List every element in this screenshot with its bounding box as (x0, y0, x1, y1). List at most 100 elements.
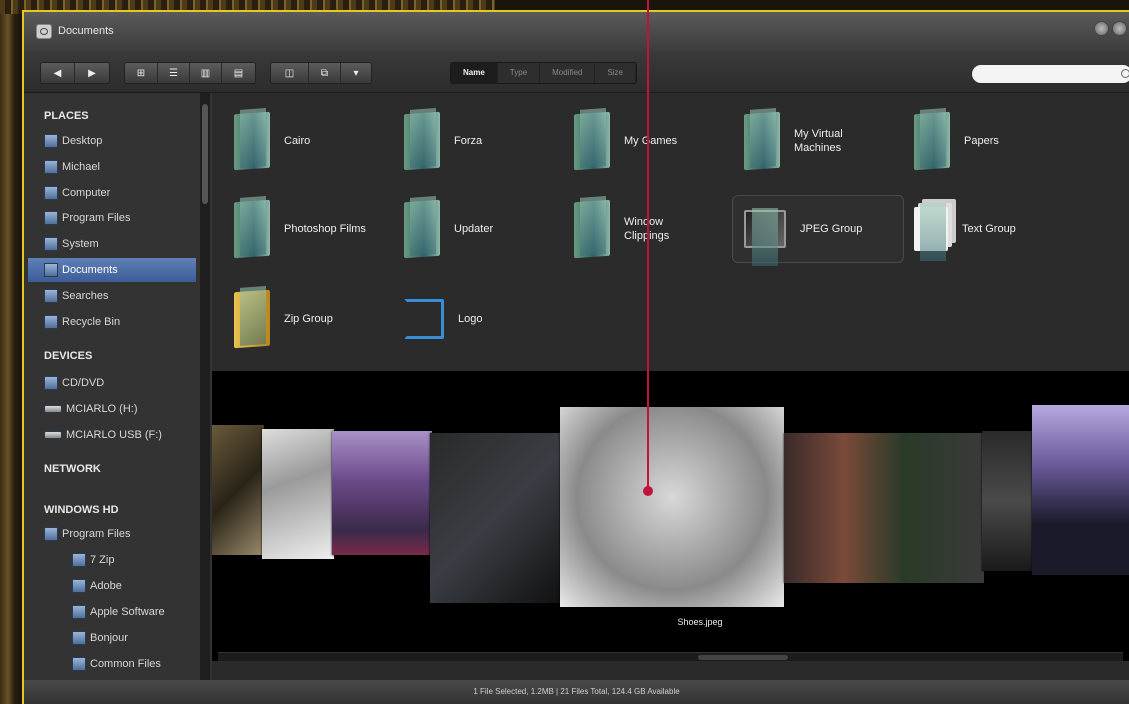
sidebar-item-label: MCIARLO (H:) (66, 403, 138, 415)
sidebar-item-label: Recycle Bin (62, 316, 121, 328)
nav-button-group: ◀ ▶ (40, 62, 110, 84)
folder-label: Photoshop Films (284, 223, 366, 235)
sidebar-heading-places: PLACES (44, 110, 89, 122)
cd-drive-icon (44, 376, 58, 390)
minimize-button[interactable] (1094, 21, 1109, 36)
folder-label: Forza (454, 135, 483, 147)
folder-icon (72, 553, 86, 567)
folder-my-games[interactable]: My Games (574, 111, 734, 171)
callout-dot (643, 486, 653, 496)
system-icon (44, 237, 58, 251)
folder-label: Updater (454, 223, 494, 235)
list-view-button[interactable]: ☰ (158, 63, 190, 83)
sidebar-item-label: Michael (62, 161, 100, 173)
computer-icon (44, 186, 58, 200)
folder-cairo[interactable]: Cairo (234, 111, 394, 171)
sidebar-item-michael[interactable]: Michael (28, 155, 196, 179)
sidebar-item-7zip[interactable]: 7 Zip (28, 548, 196, 572)
detail-view-button[interactable]: ▤ (222, 63, 255, 83)
folder-icon (234, 111, 270, 171)
folder-window-clippings[interactable]: WindowClippings (574, 199, 734, 259)
sidebar-item-computer[interactable]: Computer (28, 181, 196, 205)
folder-photoshop-films[interactable]: Photoshop Films (234, 199, 394, 259)
sidebar: PLACES Desktop Michael Computer Program … (24, 93, 212, 683)
sidebar-item-documents[interactable]: Documents (28, 258, 196, 282)
sort-tab-name[interactable]: Name (451, 63, 498, 83)
sidebar-item-label: Apple Software (90, 606, 165, 618)
sidebar-item-label: Searches (62, 290, 109, 302)
forward-button[interactable]: ▶ (75, 63, 109, 83)
folder-papers[interactable]: Papers (914, 111, 1074, 171)
group-text[interactable]: Text Group (914, 199, 1074, 261)
sort-tab-type[interactable]: Type (498, 63, 541, 83)
sidebar-item-desktop[interactable]: Desktop (28, 129, 196, 153)
sidebar-scroll-thumb[interactable] (202, 104, 208, 204)
sidebar-item-program-files[interactable]: Program Files (28, 206, 196, 230)
folder-icon (72, 631, 86, 645)
sidebar-item-apple-software[interactable]: Apple Software (28, 600, 196, 624)
sidebar-heading-windows-hd[interactable]: WINDOWS HD (44, 504, 119, 516)
close-button[interactable] (1112, 21, 1127, 36)
folder-icon (44, 211, 58, 225)
folder-icon (574, 111, 610, 171)
cover-thumbnail[interactable] (430, 433, 560, 603)
sidebar-heading-network[interactable]: NETWORK (44, 463, 101, 475)
sidebar-item-usb-f[interactable]: MCIARLO USB (F:) (28, 423, 196, 447)
sort-tab-modified[interactable]: Modified (540, 63, 596, 83)
folder-label: Zip Group (284, 313, 333, 325)
search-input[interactable] (972, 65, 1129, 83)
column-view-button[interactable]: ▥ (190, 63, 222, 83)
image-stack-icon (744, 208, 786, 266)
folder-icon (574, 199, 610, 259)
folder-icon (72, 657, 86, 671)
coverflow-scrollbar[interactable] (218, 652, 1123, 661)
view-mode-group: ⊞ ☰ ▥ ▤ (124, 62, 256, 84)
cover-thumbnail[interactable] (212, 425, 264, 555)
desktop-icon (44, 134, 58, 148)
icon-view-button[interactable]: ⊞ (125, 63, 158, 83)
explorer-window: Documents ◀ ▶ ⊞ ☰ ▥ ▤ ◫ ⧉ ▾ Name Type Mo… (22, 10, 1129, 704)
coverflow-button[interactable]: ◫ (271, 63, 309, 83)
folder-label-line2: Machines (794, 142, 842, 154)
cover-thumbnail[interactable] (332, 431, 432, 555)
coverflow-caption: Shoes.jpeg (677, 617, 723, 627)
sidebar-item-common-files[interactable]: Common Files (28, 652, 196, 676)
sidebar-item-label: Desktop (62, 135, 103, 147)
folder-icon (404, 111, 440, 171)
drive-icon (44, 405, 62, 413)
usb-drive-icon (44, 431, 62, 439)
folder-forza[interactable]: Forza (404, 111, 564, 171)
cover-thumbnail[interactable] (262, 429, 334, 559)
coverflow-scroll-thumb[interactable] (698, 655, 788, 660)
group-jpeg[interactable]: JPEG Group (744, 199, 904, 266)
logo-icon (404, 299, 444, 339)
folder-updater[interactable]: Updater (404, 199, 564, 259)
sidebar-item-adobe[interactable]: Adobe (28, 574, 196, 598)
sidebar-item-program-files-hd[interactable]: Program Files (28, 522, 196, 546)
sidebar-item-drive-h[interactable]: MCIARLO (H:) (28, 397, 196, 421)
search-icon[interactable] (1121, 69, 1129, 78)
status-bar: 1 File Selected, 1.2MB | 21 Files Total,… (24, 680, 1129, 704)
sidebar-item-searches[interactable]: Searches (28, 284, 196, 308)
sidebar-item-system[interactable]: System (28, 232, 196, 256)
sort-tab-size[interactable]: Size (595, 63, 636, 83)
sidebar-item-label: Common Files (90, 658, 161, 670)
menu-icon[interactable]: ▾ (341, 63, 371, 83)
sidebar-item-label: Program Files (62, 212, 131, 224)
sort-tabs: Name Type Modified Size (450, 62, 637, 84)
sidebar-item-bonjour[interactable]: Bonjour (28, 626, 196, 650)
folder-icon (234, 199, 270, 259)
copy-icon[interactable]: ⧉ (309, 63, 341, 83)
group-zip[interactable]: Zip Group (234, 289, 394, 349)
back-button[interactable]: ◀ (41, 63, 75, 83)
folder-my-virtual-machines[interactable]: My Virtual Machines (744, 111, 904, 171)
sidebar-item-recycle-bin[interactable]: Recycle Bin (28, 310, 196, 334)
sidebar-item-label: Computer (62, 187, 111, 199)
cover-thumbnail[interactable] (1032, 405, 1129, 575)
folder-logo[interactable]: Logo (404, 289, 564, 349)
title-bar[interactable]: Documents (24, 12, 1129, 52)
cover-thumbnail[interactable] (784, 433, 984, 583)
cover-selected-image[interactable] (560, 407, 784, 607)
sidebar-item-cd-dvd[interactable]: CD/DVD (28, 371, 196, 395)
search-folder-icon (44, 289, 58, 303)
